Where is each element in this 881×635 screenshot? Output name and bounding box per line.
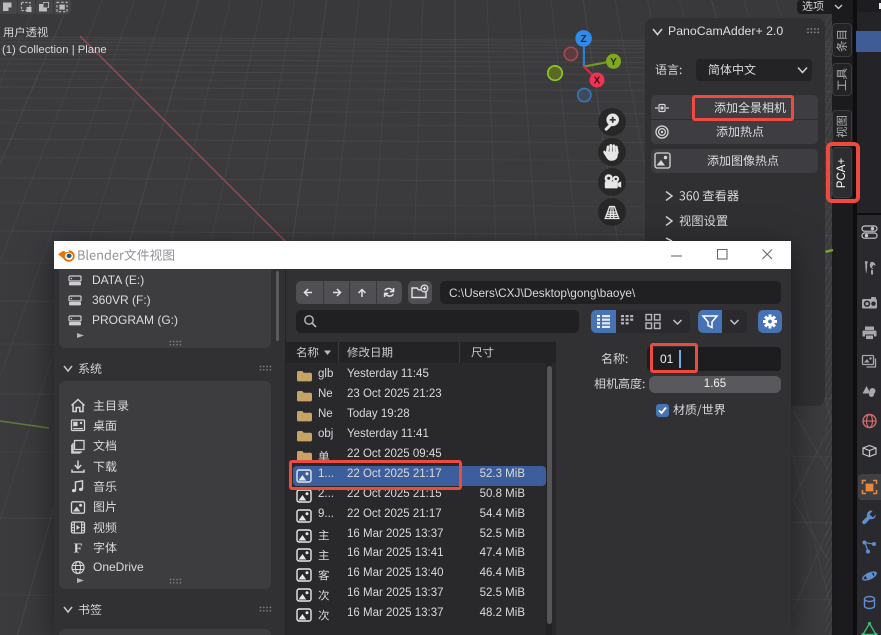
svg-text:F: F (74, 542, 83, 556)
